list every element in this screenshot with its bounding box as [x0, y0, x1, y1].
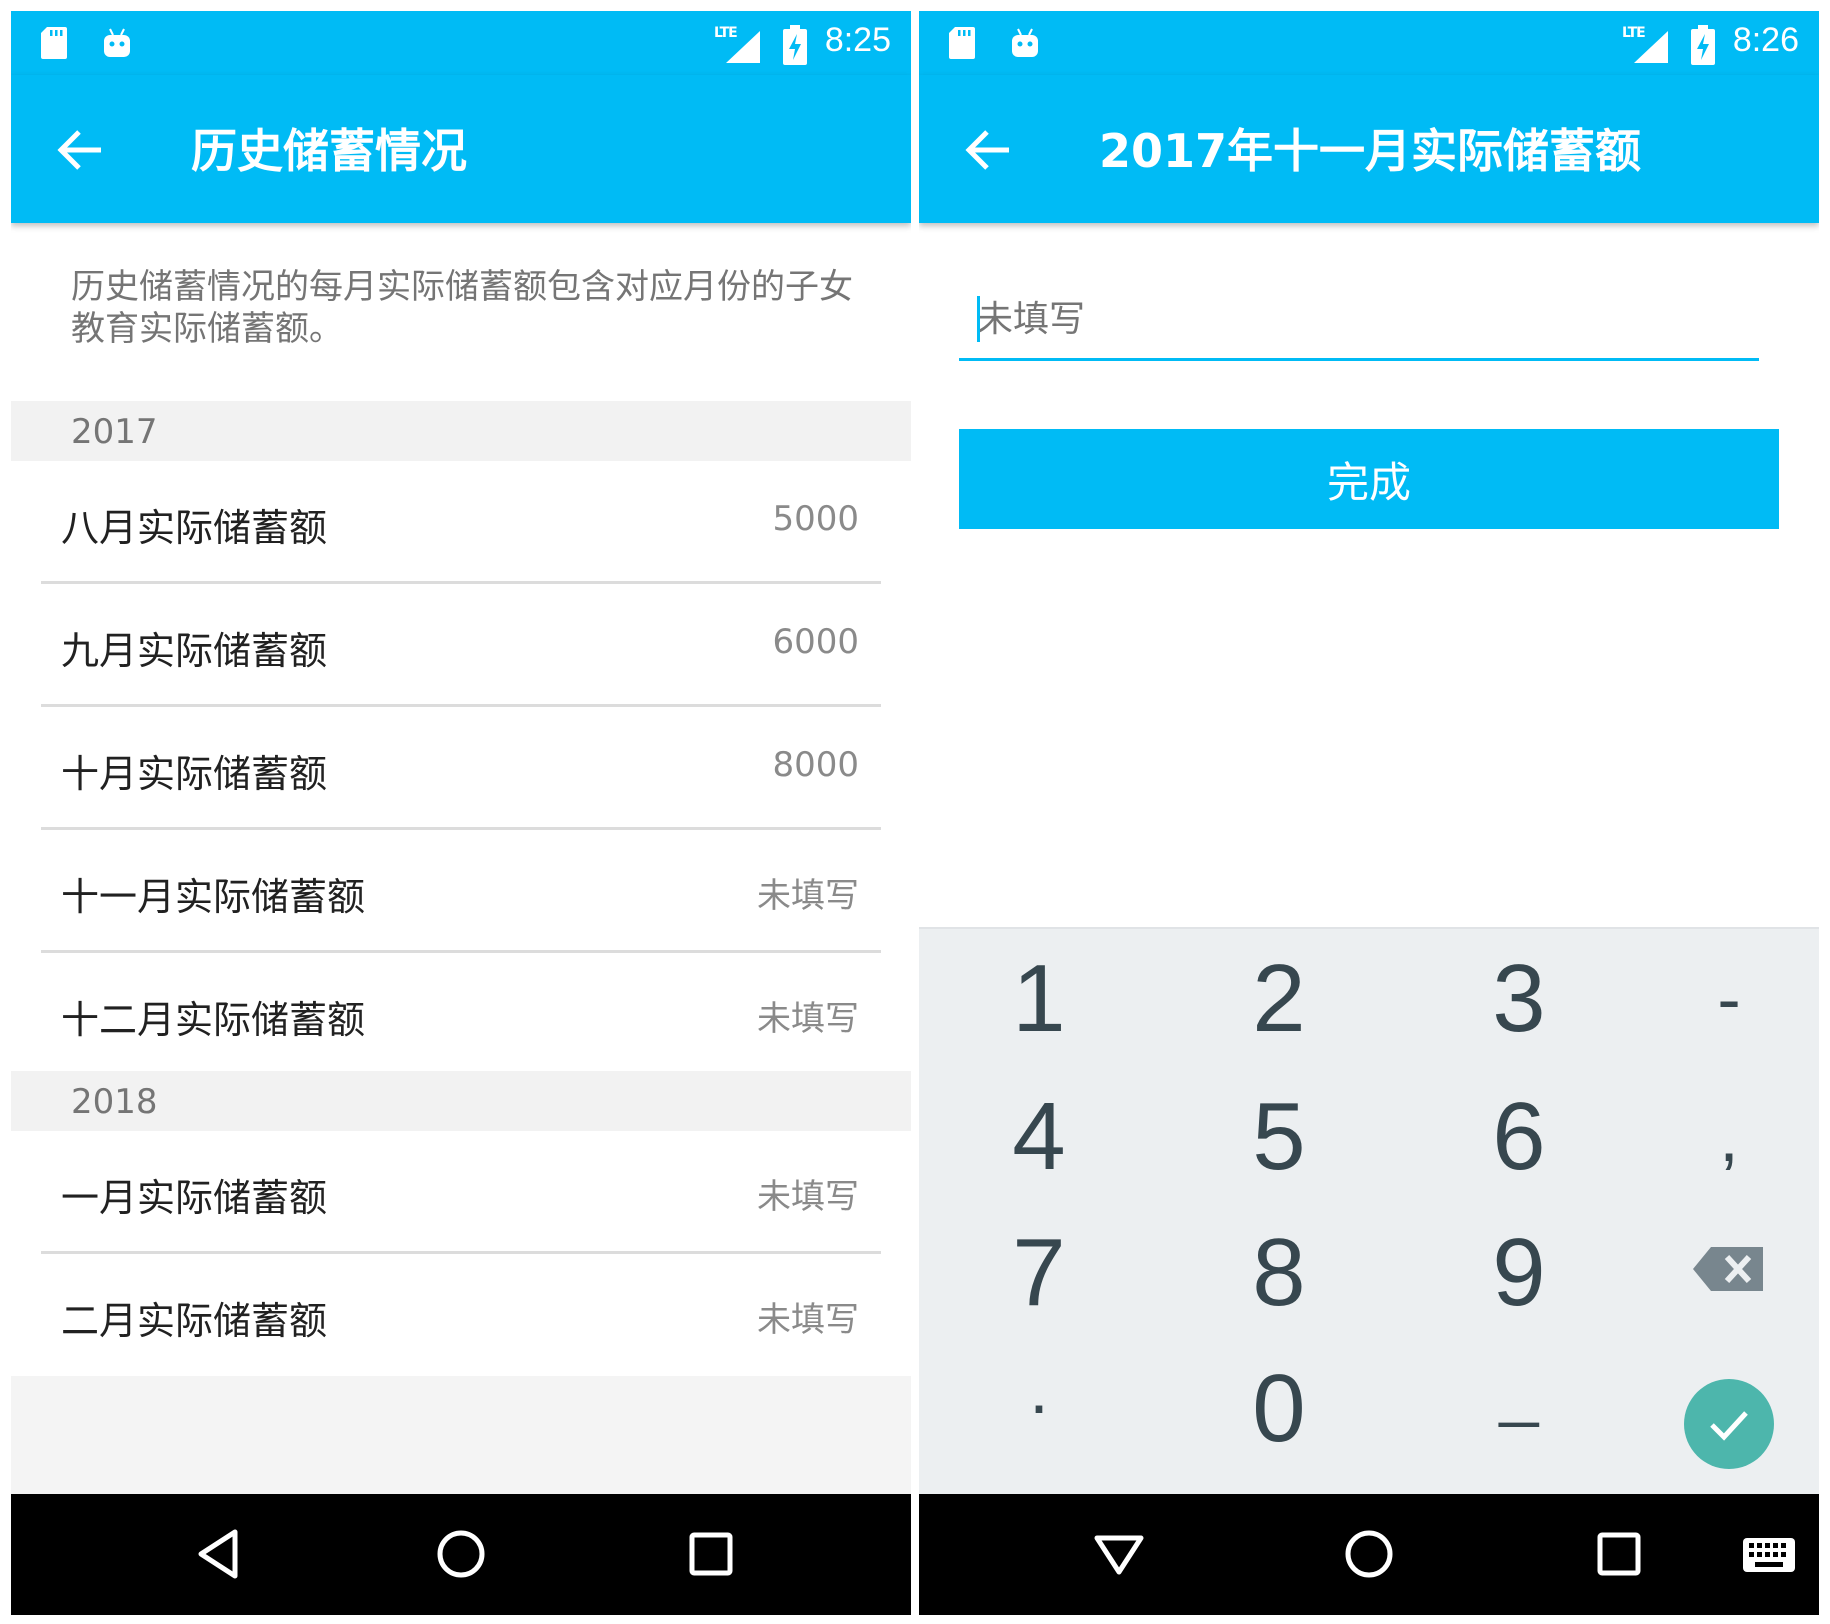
list-item[interactable]: 十二月实际储蓄额 未填写 [11, 953, 911, 1073]
key-dot[interactable]: . [939, 1329, 1139, 1449]
lte-signal-icon: LTE [714, 25, 762, 65]
numeric-keypad: 1 2 3 - 4 5 6 , 7 8 9 . 0 _ [919, 927, 1819, 1496]
lte-signal-icon: LTE [1622, 25, 1670, 65]
navigation-bar [11, 1494, 911, 1615]
nav-hide-keyboard-icon[interactable] [1089, 1524, 1149, 1584]
done-button[interactable]: 完成 [959, 429, 1779, 529]
nav-recents-icon[interactable] [1589, 1524, 1649, 1584]
item-label: 八月实际储蓄额 [61, 506, 328, 550]
key-5[interactable]: 5 [1179, 1077, 1379, 1197]
intro-text: 历史储蓄情况的每月实际储蓄额包含对应月份的子女教育实际储蓄额。 [71, 267, 853, 349]
key-1[interactable]: 1 [939, 939, 1139, 1059]
key-0[interactable]: 0 [1179, 1349, 1379, 1469]
app-bar: 历史储蓄情况 [11, 75, 911, 223]
key-comma[interactable]: , [1629, 1077, 1819, 1197]
android-debug-icon [1012, 28, 1038, 57]
section-year: 2018 [71, 1082, 158, 1122]
check-icon [1710, 1411, 1748, 1441]
item-value: 未填写 [757, 1300, 859, 1340]
list-item[interactable]: 二月实际储蓄额 未填写 [11, 1254, 911, 1374]
edit-savings-screen: LTE 8:26 2017年十一月实际储蓄额 完成 1 2 3 - 4 5 6 … [919, 11, 1819, 1615]
sd-card-icon [41, 27, 67, 59]
item-value: 未填写 [757, 1177, 859, 1217]
item-label: 十一月实际储蓄额 [61, 875, 366, 919]
page-title: 2017年十一月实际储蓄额 [1099, 124, 1642, 178]
status-bar: LTE 8:25 [11, 11, 911, 75]
item-label: 十月实际储蓄额 [61, 752, 328, 796]
history-savings-screen: LTE 8:25 历史储蓄情况 历史储蓄情况的每月实际储蓄额包含对应月份的子女教… [11, 11, 911, 1615]
key-underscore[interactable]: _ [1419, 1329, 1619, 1449]
nav-back-icon[interactable] [191, 1524, 251, 1584]
key-minus[interactable]: - [1629, 939, 1819, 1059]
android-debug-icon [104, 28, 130, 57]
key-2[interactable]: 2 [1179, 939, 1379, 1059]
app-bar: 2017年十一月实际储蓄额 [919, 75, 1819, 223]
item-label: 九月实际储蓄额 [61, 629, 328, 673]
nav-recents-icon[interactable] [681, 1524, 741, 1584]
key-4[interactable]: 4 [939, 1077, 1139, 1197]
nav-home-icon[interactable] [1339, 1524, 1399, 1584]
sd-card-icon [949, 27, 975, 59]
item-value: 未填写 [757, 876, 859, 916]
list-item[interactable]: 一月实际储蓄额 未填写 [11, 1131, 911, 1251]
section-year: 2017 [71, 412, 158, 452]
item-label: 一月实际储蓄额 [61, 1176, 328, 1220]
page-title: 历史储蓄情况 [191, 124, 467, 178]
text-cursor [977, 296, 980, 342]
item-value: 5000 [772, 499, 859, 539]
item-label: 二月实际储蓄额 [61, 1299, 328, 1343]
nav-home-icon[interactable] [431, 1524, 491, 1584]
key-9[interactable]: 9 [1419, 1213, 1619, 1333]
key-6[interactable]: 6 [1419, 1077, 1619, 1197]
item-value: 未填写 [757, 999, 859, 1039]
battery-charging-icon [783, 25, 807, 65]
key-8[interactable]: 8 [1179, 1213, 1379, 1333]
keyboard-icon[interactable] [1739, 1524, 1799, 1584]
key-3[interactable]: 3 [1419, 939, 1619, 1059]
key-7[interactable]: 7 [939, 1213, 1139, 1333]
list-item[interactable]: 八月实际储蓄额 5000 [11, 461, 911, 581]
status-bar: LTE 8:26 [919, 11, 1819, 75]
amount-input[interactable] [959, 281, 1759, 361]
list-item[interactable]: 十一月实际储蓄额 未填写 [11, 830, 911, 950]
item-label: 十二月实际储蓄额 [61, 998, 366, 1042]
list-item[interactable]: 九月实际储蓄额 6000 [11, 584, 911, 704]
backspace-icon[interactable] [1689, 1239, 1769, 1299]
empty-footer-area [11, 1376, 911, 1494]
back-arrow-icon[interactable] [51, 120, 111, 180]
status-time: 8:26 [1732, 21, 1799, 59]
navigation-bar [919, 1494, 1819, 1615]
enter-key[interactable] [1684, 1379, 1774, 1469]
section-header-2017: 2017 [11, 401, 911, 461]
battery-charging-icon [1691, 25, 1715, 65]
item-value: 6000 [772, 622, 859, 662]
back-arrow-icon[interactable] [959, 120, 1019, 180]
status-time: 8:25 [824, 21, 891, 59]
section-header-2018: 2018 [11, 1071, 911, 1131]
item-value: 8000 [772, 745, 859, 785]
list-item[interactable]: 十月实际储蓄额 8000 [11, 707, 911, 827]
